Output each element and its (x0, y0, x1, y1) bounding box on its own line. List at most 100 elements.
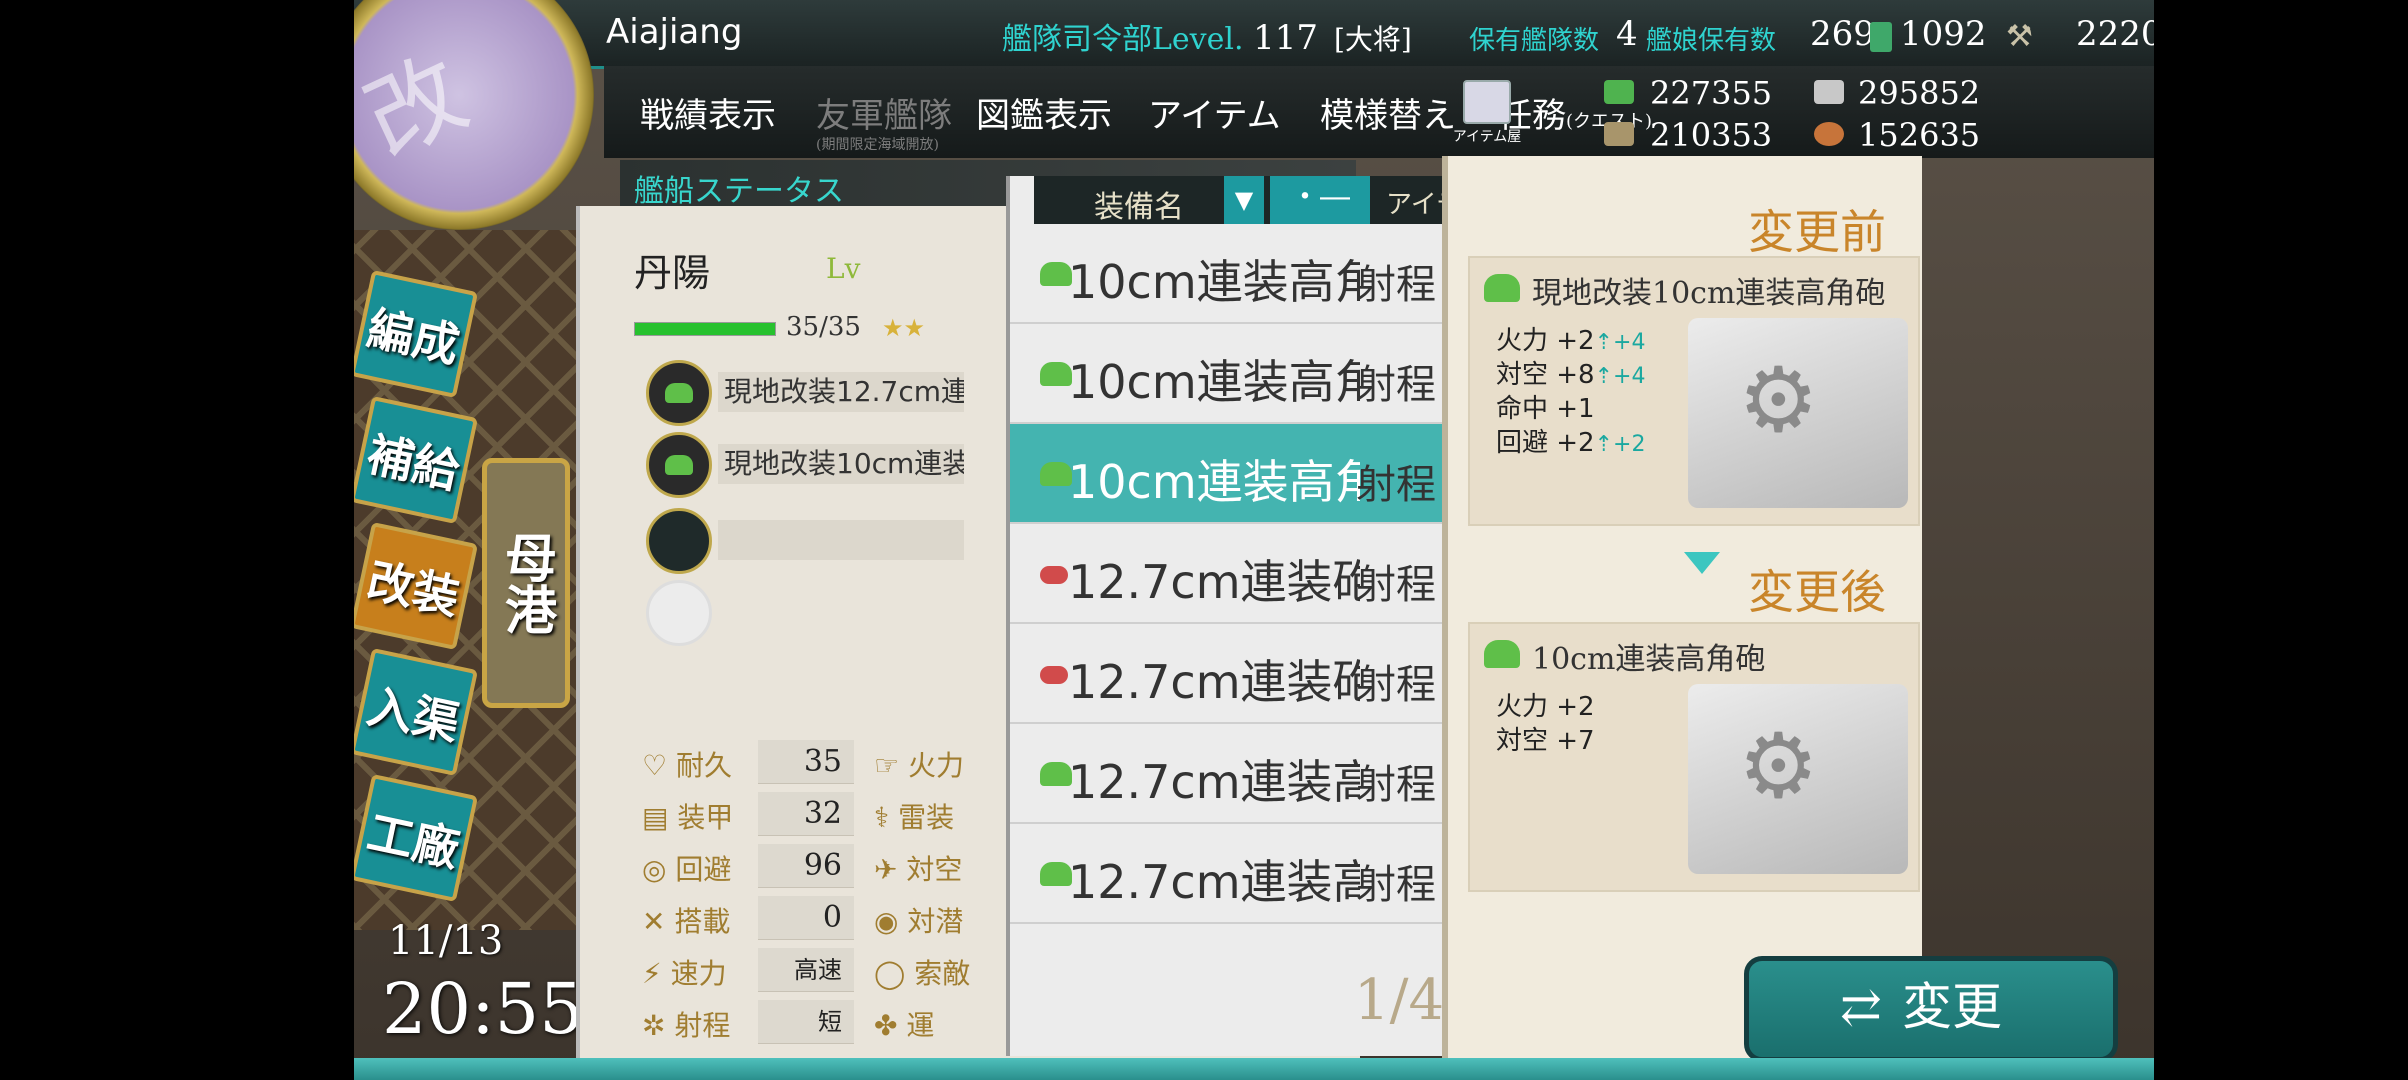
stat-value: 短 (758, 1000, 854, 1044)
aa-gun-icon (646, 432, 712, 498)
equipment-row[interactable]: 12.7cm連装高角 射程 短 (1010, 724, 1489, 824)
menu-records[interactable]: 戦績表示 (640, 88, 776, 137)
ship-name: 丹陽 (634, 251, 711, 295)
stat-label: ◎ 回避 (642, 853, 732, 886)
side-arsenal-button[interactable]: 工廠 (354, 773, 479, 903)
equipment-row[interactable]: 12.7cm連装高角 射程 短 (1010, 824, 1489, 924)
change-button-label: 変更 (1901, 978, 2002, 1036)
equip-slot-label (718, 520, 964, 560)
fleet-count-label: 保有艦隊数 (1469, 26, 1600, 56)
menu-furniture[interactable]: 模様替え (1320, 88, 1456, 137)
stat-value: 35 (758, 740, 854, 784)
menu-friend-fleet-note: (期間限定海域開放) (816, 137, 939, 153)
stat-label-2: ⚕ 雷装 (874, 801, 955, 834)
side-remodel-button[interactable]: 改装 (354, 521, 479, 651)
change-button[interactable]: ⇄ 変更 (1744, 956, 2118, 1062)
stat-label: ♡ 耐久 (642, 749, 733, 782)
equipment-row-selected[interactable]: 10cm連装高角砲 射程 短 (1010, 424, 1489, 524)
ship-girl-count-label: 艦娘保有数 (1646, 26, 1777, 56)
port-button[interactable]: 母港 (482, 458, 570, 708)
card-stat: 対空 +7 (1496, 726, 1595, 756)
item-shop-label: アイテム屋 (1452, 129, 1522, 145)
before-equipment-name: 現地改装10cm連装高角砲 (1532, 276, 1886, 311)
ammo-amount: 295852 (1858, 74, 1981, 112)
bauxite-amount: 152635 (1858, 116, 1981, 154)
stat-label: ⚡ 速力 (642, 957, 727, 990)
stat-label-2: ◯ 索敵 (874, 957, 971, 990)
stat-label: ✲ 射程 (642, 1009, 731, 1042)
equipment-name: 10cm連装高角砲 (1068, 455, 1360, 509)
equip-slot-locked (646, 580, 946, 646)
aa-gun-icon (646, 360, 712, 426)
column-equip-name: 装備名 (1094, 190, 1184, 225)
hq-level-label: 艦隊司令部Level. (1002, 22, 1244, 57)
admiral-emblem: 改 (354, 0, 594, 230)
fuel-amount: 227355 (1650, 74, 1773, 112)
equip-slot[interactable]: 現地改装10cm連装高 (646, 432, 964, 498)
equip-slot-empty[interactable] (646, 508, 964, 574)
time-display: 20:55 (382, 968, 584, 1050)
equip-slot-label: 現地改装12.7cm連装 (718, 372, 964, 412)
after-equipment-name: 10cm連装高角砲 (1532, 642, 1766, 677)
stat-label-2: ☞ 火力 (874, 749, 965, 782)
equipment-name: 10cm連装高角砲 (1068, 255, 1360, 309)
aa-gun-icon (1484, 640, 1520, 668)
steel-icon (1604, 122, 1634, 146)
menu-bar: 戦績表示 友軍艦隊 (期間限定海域開放) 図鑑表示 アイテム 模様替え 任務(ク… (604, 66, 2154, 158)
equipment-name: 12.7cm連装高角 (1068, 855, 1360, 909)
menu-items[interactable]: アイテム (1148, 88, 1281, 137)
level-label: Lv (826, 252, 861, 285)
equipment-row[interactable]: 10cm連装高角砲 射程 短 (1010, 324, 1489, 424)
rank-label: [大将] (1334, 23, 1412, 56)
empty-slot-icon (646, 508, 712, 574)
stat-value: 0 (758, 896, 854, 940)
steel-amount: 210353 (1650, 116, 1773, 154)
stat-value: 96 (758, 844, 854, 888)
before-equipment-card: 現地改装10cm連装高角砲 ⚙ 火力 +2⇡+4 対空 +8⇡+4 命中 +1 … (1468, 256, 1920, 526)
filter-button[interactable]: ・― (1270, 176, 1370, 224)
stat-label-2: ✈ 対空 (874, 853, 963, 886)
emblem-glyph: 改 (354, 36, 483, 179)
top-bar: Aiajiang 艦隊司令部Level. 117 [大将] 保有艦隊数 4 艦娘… (354, 0, 2154, 69)
equip-slot-label (718, 592, 964, 632)
stat-label: ▤ 装甲 (642, 801, 734, 834)
equipment-row[interactable]: 12.7cm連装砲B型 射程 短 (1010, 524, 1489, 624)
compare-panel: 変更前 現地改装10cm連装高角砲 ⚙ 火力 +2⇡+4 対空 +8⇡+4 命中… (1442, 156, 1922, 1060)
menu-encyclopedia[interactable]: 図鑑表示 (976, 88, 1112, 137)
equipment-name: 12.7cm連装砲B型 (1068, 555, 1360, 609)
stat-label: ✕ 搭載 (642, 905, 731, 938)
stat-label-2: ◉ 対潜 (874, 905, 964, 938)
locked-slot-icon (646, 580, 712, 646)
equip-slot-label: 現地改装10cm連装高 (718, 444, 964, 484)
dev-material-count: 2220 (2076, 14, 2154, 54)
hp-bar (634, 322, 776, 336)
equipment-row[interactable]: 10cm連装高角砲 射程 短 (1010, 224, 1489, 324)
shop-icon (1463, 80, 1511, 124)
card-stat: 火力 +2⇡+4 (1496, 326, 1646, 356)
hp-text: 35/35 (786, 312, 861, 342)
card-stat: 火力 +2 (1496, 692, 1595, 722)
swap-icon: ⇄ (1840, 978, 1882, 1036)
equip-slot[interactable]: 現地改装12.7cm連装 (646, 360, 964, 426)
side-resupply-button[interactable]: 補給 (354, 395, 479, 525)
equipment-list-header: 装備名 ▼ ・― アイテム詳 (1034, 176, 1513, 225)
equipment-image: ⚙ (1688, 684, 1908, 874)
card-stat: 命中 +1 (1496, 394, 1595, 424)
ship-girl-count: 269 (1810, 14, 1875, 54)
bottom-bar (354, 1058, 2154, 1080)
menu-friend-fleet[interactable]: 友軍艦隊 (816, 88, 952, 137)
aa-gun-icon (1484, 274, 1520, 302)
side-repair-button[interactable]: 入渠 (354, 647, 479, 777)
stars-icon: ★★ (882, 314, 926, 342)
sort-dropdown-button[interactable]: ▼ (1224, 176, 1264, 224)
stat-label-2: ✤ 運 (874, 1009, 935, 1042)
equipment-row[interactable]: 12.7cm連装砲B型 射程 短 (1010, 624, 1489, 724)
stat-value: 32 (758, 792, 854, 836)
equipment-image: ⚙ (1688, 318, 1908, 508)
side-organize-button[interactable]: 編成 (354, 269, 479, 399)
item-shop-button[interactable]: アイテム屋 (1452, 76, 1522, 150)
main-gun-icon (1040, 566, 1068, 584)
card-stat: 回避 +2⇡+2 (1496, 428, 1646, 458)
equipment-name: 12.7cm連装砲B型 (1068, 655, 1360, 709)
after-equipment-card: 10cm連装高角砲 ⚙ 火力 +2 対空 +7 (1468, 622, 1920, 892)
